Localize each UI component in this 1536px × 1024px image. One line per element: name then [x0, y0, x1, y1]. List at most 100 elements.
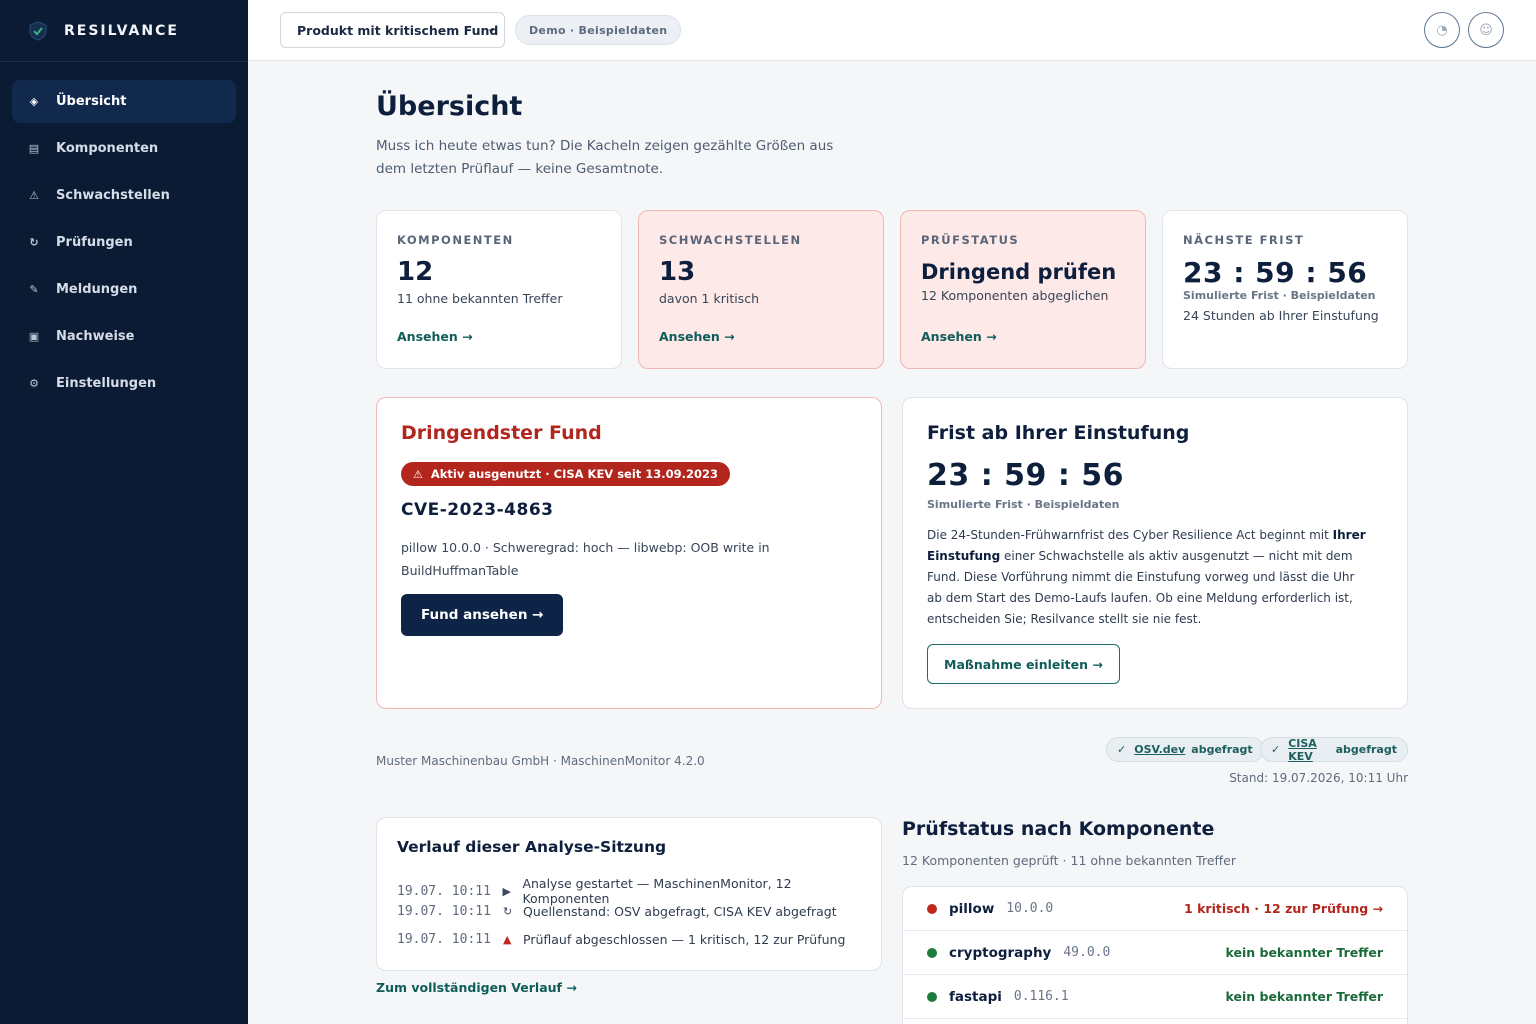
source-status: abgefragt	[1191, 743, 1253, 756]
product-meta: Muster Maschinenbau GmbH · MaschinenMoni…	[376, 754, 705, 768]
view-finding-button[interactable]: Fund ansehen →	[401, 594, 564, 636]
session-history-title: Verlauf dieser Analyse-Sitzung	[397, 838, 667, 856]
tile-desc: davon 1 kritisch	[659, 291, 759, 306]
component-row-fastapi[interactable]: fastapi 0.116.1 kein bekannter Treffer	[903, 975, 1407, 1019]
check-icon: ✓	[1117, 743, 1127, 756]
product-select-value: Produkt mit kritischem Fund	[297, 22, 499, 38]
sidebar-item-label: Nachweise	[56, 329, 135, 344]
document-icon: ▣	[28, 330, 40, 343]
page-title: Übersicht	[376, 91, 523, 122]
refresh-icon: ↻	[503, 905, 513, 918]
sidebar-item-label: Schwachstellen	[56, 188, 170, 203]
tile-desc: 24 Stunden ab Ihrer Einstufung	[1183, 308, 1379, 323]
demo-badge: Demo · Beispieldaten	[515, 15, 682, 45]
warning-icon: ⚠	[29, 189, 39, 202]
deadline-card: Frist ab Ihrer Einstufung 23 : 59 : 56 S…	[902, 397, 1408, 709]
component-list: pillow 10.0.0 1 kritisch · 12 zur Prüfun…	[902, 886, 1408, 1024]
start-action-button[interactable]: Maßnahme einleiten →	[927, 644, 1120, 684]
history-text: Analyse gestartet — MaschinenMonitor, 12…	[522, 876, 792, 906]
sidebar-item-pruefungen[interactable]: ↻ Prüfungen	[12, 221, 236, 264]
tile-label: KOMPONENTEN	[397, 233, 514, 247]
status-dot	[927, 947, 937, 958]
diamond-icon: ◈	[29, 95, 39, 108]
brand-name: RESILVANCE	[64, 22, 179, 39]
tile-sim-note: Simulierte Frist · Beispieldaten	[1183, 289, 1376, 302]
sidebar-item-meldungen[interactable]: ✎ Meldungen	[12, 268, 236, 311]
chevron-down-icon: ⌄	[486, 22, 496, 35]
component-row-pillow[interactable]: pillow 10.0.0 1 kritisch · 12 zur Prüfun…	[903, 887, 1407, 931]
tile-pruefstatus: PRÜFSTATUS Dringend prüfen 12 Komponente…	[900, 210, 1146, 369]
tile-link-komponenten[interactable]: Ansehen →	[397, 329, 473, 344]
component-row-next[interactable]	[903, 1019, 1407, 1024]
session-history-card: Verlauf dieser Analyse-Sitzung 19.07. 10…	[376, 817, 882, 971]
component-name: pillow	[949, 900, 995, 917]
tile-label: PRÜFSTATUS	[921, 233, 1020, 247]
tile-link-pruefstatus[interactable]: Ansehen →	[921, 329, 997, 344]
data-timestamp: Stand: 19.07.2026, 10:11 Uhr	[1229, 771, 1408, 785]
sidebar-item-label: Einstellungen	[56, 376, 157, 391]
tile-link-schwachstellen[interactable]: Ansehen →	[659, 329, 735, 344]
history-row: 19.07. 10:11 ↻ Quellenstand: OSV abgefra…	[397, 904, 837, 919]
play-icon: ▶	[502, 884, 512, 898]
source-badge-kev: ✓ CISA KEV abgefragt	[1260, 737, 1408, 763]
component-status-sub: 12 Komponenten geprüft · 11 ohne bekannt…	[902, 853, 1236, 868]
sidebar-item-schwachstellen[interactable]: ⚠ Schwachstellen	[12, 174, 236, 217]
user-icon: ☺	[1479, 22, 1493, 38]
component-version: 49.0.0	[1063, 945, 1111, 960]
warning-icon: ⚠	[413, 467, 423, 481]
sidebar-item-label: Prüfungen	[56, 235, 133, 250]
tile-komponenten: KOMPONENTEN 12 11 ohne bekannten Treffer…	[376, 210, 622, 369]
history-time: 19.07. 10:11	[397, 932, 491, 947]
sidebar-item-komponenten[interactable]: ▤ Komponenten	[12, 127, 236, 170]
kev-badge: ⚠ Aktiv ausgenutzt · CISA KEV seit 13.09…	[401, 462, 731, 486]
product-select[interactable]: Produkt mit kritischem Fund ⌄	[280, 12, 505, 48]
kev-badge-label: Aktiv ausgenutzt · CISA KEV seit 13.09.2…	[430, 467, 719, 481]
sidebar-item-nachweise[interactable]: ▣ Nachweise	[12, 315, 236, 358]
tile-label: SCHWACHSTELLEN	[659, 233, 802, 247]
history-time: 19.07. 10:11	[397, 883, 491, 899]
tile-label: NÄCHSTE FRIST	[1183, 233, 1305, 247]
source-status: abgefragt	[1335, 743, 1397, 756]
source-link-osv[interactable]: OSV.dev	[1134, 743, 1185, 756]
brand[interactable]: RESILVANCE	[0, 0, 248, 62]
history-text: Prüflauf abgeschlossen — 1 kritisch, 12 …	[523, 932, 846, 947]
tile-schwachstellen: SCHWACHSTELLEN 13 davon 1 kritisch Anseh…	[638, 210, 884, 369]
theme-toggle-button[interactable]: ◔	[1424, 12, 1460, 48]
component-status: kein bekannter Treffer	[1225, 945, 1384, 960]
triangle-alert-icon: ▲	[503, 933, 512, 946]
component-status: 1 kritisch · 12 zur Prüfung →	[1184, 901, 1383, 916]
sidebar-item-label: Meldungen	[56, 282, 138, 297]
tile-value: Dringend prüfen	[921, 260, 1117, 284]
source-link-kev[interactable]: CISA KEV	[1288, 737, 1329, 763]
sidebar-item-label: Komponenten	[56, 141, 159, 156]
history-row: 19.07. 10:11 ▲ Prüflauf abgeschlossen — …	[397, 932, 845, 947]
deadline-explanation: Die 24-Stunden-Frühwarnfrist des Cyber R…	[927, 528, 1366, 626]
tile-value: 12	[397, 257, 434, 287]
tile-desc: 11 ohne bekannten Treffer	[397, 291, 563, 306]
sidebar: RESILVANCE ◈ Übersicht ▤ Komponenten ⚠ S…	[0, 0, 248, 1024]
history-time: 19.07. 10:11	[397, 904, 491, 919]
sidebar-item-einstellungen[interactable]: ⚙ Einstellungen	[12, 362, 236, 405]
component-status-title: Prüfstatus nach Komponente	[902, 818, 1215, 840]
topbar: Produkt mit kritischem Fund ⌄ Demo · Bei…	[248, 0, 1536, 61]
deadline-timer: 23 : 59 : 56	[927, 458, 1125, 493]
component-name: cryptography	[949, 944, 1052, 961]
tile-naechste-frist: NÄCHSTE FRIST 23 : 59 : 56 Simulierte Fr…	[1162, 210, 1408, 369]
page-subtitle: Muss ich heute etwas tun? Die Kacheln ze…	[376, 138, 834, 177]
component-row-cryptography[interactable]: cryptography 49.0.0 kein bekannter Treff…	[903, 931, 1407, 975]
refresh-icon: ↻	[29, 236, 39, 249]
status-dot	[927, 903, 937, 914]
status-dot	[927, 991, 937, 1002]
tile-desc: 12 Komponenten abgeglichen	[921, 288, 1109, 303]
gear-icon: ⚙	[29, 377, 39, 390]
pencil-icon: ✎	[29, 283, 39, 296]
full-history-link[interactable]: Zum vollständigen Verlauf →	[376, 980, 577, 995]
cve-description: pillow 10.0.0 · Schweregrad: hoch — libw…	[401, 540, 770, 578]
sidebar-nav: ◈ Übersicht ▤ Komponenten ⚠ Schwachstell…	[0, 62, 248, 405]
sidebar-item-uebersicht[interactable]: ◈ Übersicht	[12, 80, 236, 123]
deadline-title: Frist ab Ihrer Einstufung	[927, 422, 1190, 444]
component-version: 10.0.0	[1006, 901, 1054, 916]
list-icon: ▤	[28, 142, 40, 155]
user-menu-button[interactable]: ☺	[1468, 12, 1504, 48]
history-text: Quellenstand: OSV abgefragt, CISA KEV ab…	[523, 904, 837, 919]
